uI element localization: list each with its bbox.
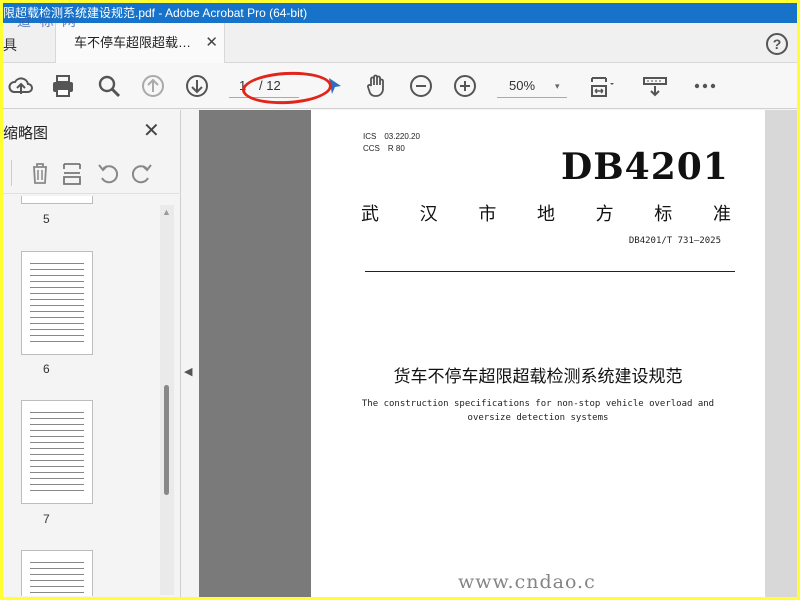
issuer-char: 方	[595, 204, 614, 225]
issuer-char: 市	[478, 204, 497, 225]
upload-cloud-icon[interactable]	[7, 72, 35, 100]
thumbnails-panel: 缩略图 ✕ 5 6 7 ▲	[3, 110, 181, 597]
thumbnails-scrollbar[interactable]: ▲	[160, 205, 174, 595]
page-thumbnail[interactable]	[21, 196, 93, 204]
document-scrollbar[interactable]	[765, 110, 797, 597]
tab-document-label: 车不停车超限超载…	[74, 35, 192, 50]
ccs-label: CCS	[363, 144, 380, 153]
collapse-panel-icon[interactable]: ◀	[184, 365, 196, 389]
app-window: 限超载检测系统建设规范.pdf - Adobe Acrobat Pro (64-…	[3, 3, 797, 597]
thumbnails-panel-title: 缩略图	[3, 125, 49, 142]
zoom-out-icon[interactable]	[407, 72, 435, 100]
standard-number: DB4201/T 731—2025	[628, 236, 721, 246]
tab-document[interactable]: 车不停车超限超载… ✕	[55, 23, 225, 63]
hand-tool-icon[interactable]	[363, 72, 391, 100]
thumbnail-content	[30, 260, 84, 346]
ccs-value: R 80	[387, 144, 405, 153]
logo-watermark: 道 标 网	[17, 14, 78, 30]
more-options-icon[interactable]	[691, 72, 719, 100]
rotate-right-icon[interactable]	[129, 160, 155, 186]
issuer-char: 准	[712, 204, 731, 225]
fit-page-icon[interactable]	[587, 72, 615, 100]
document-title-en: The construction specifications for non-…	[351, 397, 725, 425]
extract-page-icon[interactable]	[59, 160, 85, 186]
delete-page-icon[interactable]	[27, 160, 53, 186]
thumbnail-content	[30, 559, 84, 596]
tab-bar: 具 车不停车超限超载… ✕ ?	[3, 23, 797, 63]
main-toolbar: 1 / 12 50% ▾	[3, 63, 797, 109]
issuer-char: 汉	[419, 204, 438, 225]
page-thumbnail[interactable]	[21, 400, 93, 504]
page-thumbnail[interactable]	[21, 251, 93, 355]
issuer-char: 地	[536, 204, 555, 225]
pdf-page: ICS 03.220.20 CCS R 80 DB4201 武 汉 市 地 方 标 …	[311, 110, 765, 597]
page-thumbnail[interactable]	[21, 550, 93, 596]
zoom-level-select[interactable]: 50% ▾	[497, 74, 567, 98]
title-en-line: oversize detection systems	[467, 413, 609, 423]
issuer-heading: 武 汉 市 地 方 标 准	[361, 200, 731, 226]
tab-tools[interactable]: 具	[3, 35, 17, 55]
title-en-line: The construction specifications for non-…	[361, 399, 715, 409]
print-icon[interactable]	[49, 72, 77, 100]
classification-codes: ICS 03.220.20 CCS R 80	[363, 131, 420, 155]
ics-value: 03.220.20	[384, 132, 420, 141]
divider	[365, 271, 735, 272]
issuer-char: 武	[361, 204, 379, 225]
zoom-search-icon[interactable]	[95, 72, 123, 100]
document-view: ICS 03.220.20 CCS R 80 DB4201 武 汉 市 地 方 标 …	[199, 110, 797, 597]
zoom-level-value: 50%	[509, 78, 536, 93]
site-watermark: www.cndao.c	[458, 571, 596, 593]
tab-close-icon[interactable]: ✕	[205, 23, 218, 63]
chevron-down-icon: ▾	[555, 81, 560, 91]
thumbnail-label: 6	[43, 362, 50, 376]
scrollbar-thumb[interactable]	[164, 385, 169, 495]
thumbnail-content	[30, 409, 84, 495]
standard-code-heading: DB4201	[561, 146, 729, 188]
next-page-icon[interactable]	[183, 72, 211, 100]
thumbnail-label: 5	[43, 212, 50, 226]
help-icon[interactable]: ?	[766, 33, 788, 55]
zoom-in-icon[interactable]	[451, 72, 479, 100]
divider	[11, 160, 12, 186]
thumbnails-close-icon[interactable]: ✕	[143, 118, 160, 143]
window-title-bar: 限超载检测系统建设规范.pdf - Adobe Acrobat Pro (64-…	[3, 3, 797, 23]
rotate-left-icon[interactable]	[95, 160, 121, 186]
scroll-up-icon[interactable]: ▲	[162, 207, 171, 217]
document-title-cn: 货车不停车超限超载检测系统建设规范	[393, 367, 683, 386]
thumbnail-label: 7	[43, 512, 50, 526]
thumbnail-list: 5 6 7	[3, 196, 163, 596]
thumbnails-toolbar	[3, 154, 181, 194]
issuer-char: 标	[654, 204, 673, 225]
scroll-mode-icon[interactable]	[641, 72, 669, 100]
ics-label: ICS	[363, 132, 377, 141]
previous-page-icon[interactable]	[139, 72, 167, 100]
